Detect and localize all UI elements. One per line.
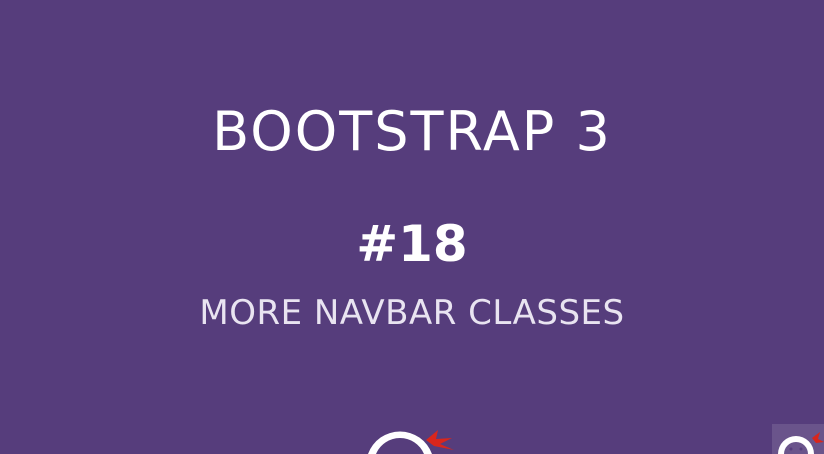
slide-subtitle: MORE NAVBAR CLASSES [199,293,625,333]
slide-title: BOOTSTRAP 3 [212,100,612,163]
ninja-logo-icon [368,430,454,454]
corner-badge [772,424,824,454]
ninja-mascot-icon [778,432,824,454]
episode-number: #18 [356,215,468,273]
